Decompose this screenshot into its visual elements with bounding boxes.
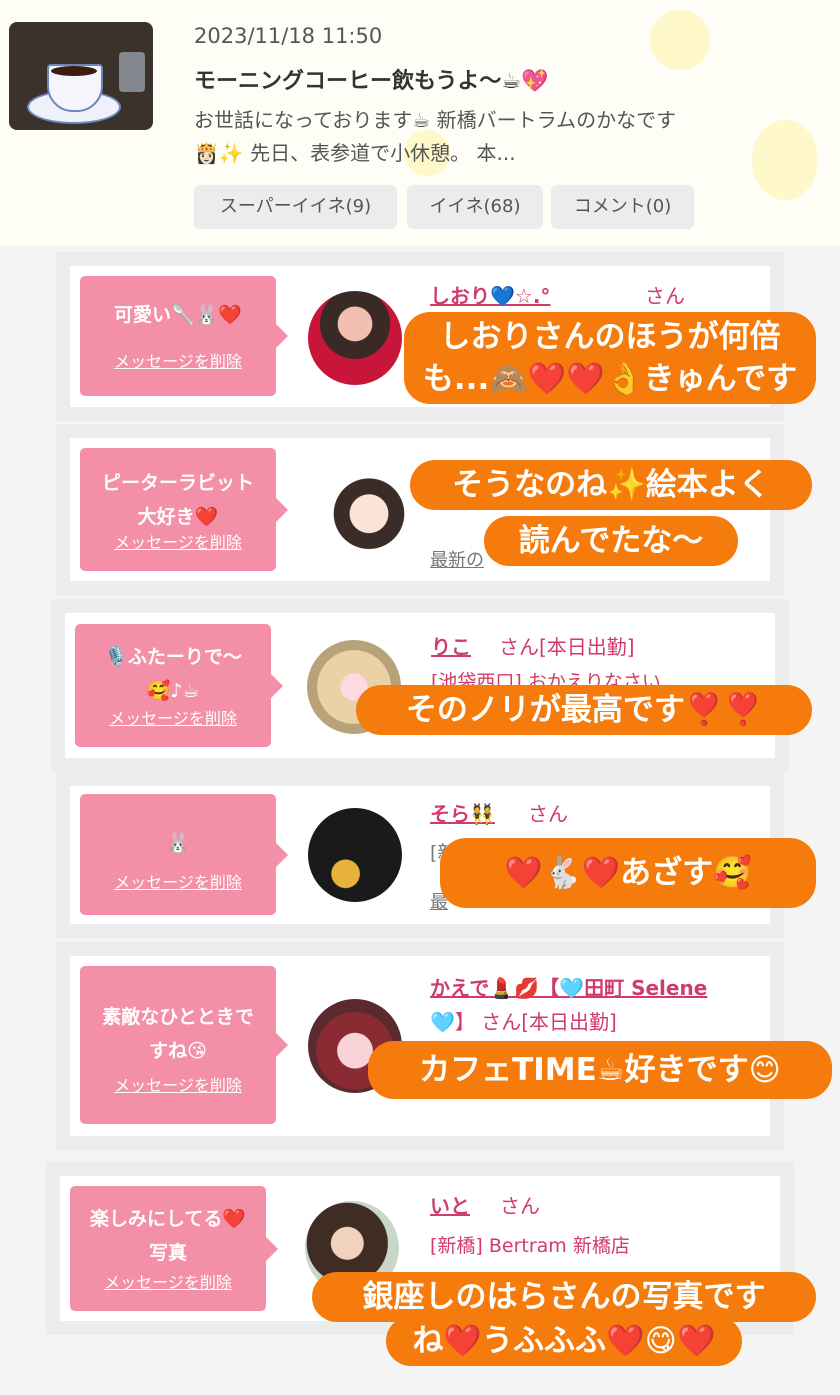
like-button[interactable]: イイネ(68)	[407, 185, 543, 229]
message-text: 可愛い🥄🐰❤️	[114, 304, 242, 326]
message-text: ピーターラビット	[101, 472, 254, 494]
user-suffix: さん	[645, 284, 685, 308]
delete-message-link[interactable]: メッセージを削除	[80, 529, 276, 553]
message-text: 写真	[148, 1242, 187, 1264]
caption-overlay: そうなのね✨絵本よく	[410, 460, 812, 510]
message-bubble: 🐰 メッセージを削除	[80, 794, 288, 915]
caption-line: しおりさんのほうが何倍	[439, 319, 781, 355]
excerpt-line: お世話になっております☕ 新橋バートラムのかなです	[194, 108, 677, 132]
user-status: さん[本日出勤]	[499, 635, 635, 659]
message-bubble: 可愛い🥄🐰❤️ メッセージを削除	[80, 276, 288, 396]
post-thumbnail[interactable]	[9, 22, 153, 130]
delete-message-link[interactable]: メッセージを削除	[80, 1072, 276, 1096]
caption-line: も...🙈❤️❤️👌きゅんです	[422, 361, 798, 397]
message-text: 🥰♪☕	[146, 680, 200, 702]
post-title[interactable]: モーニングコーヒー飲もうよ～☕💖	[194, 63, 548, 95]
post-date: 2023/11/18 11:50	[194, 24, 383, 48]
caption-overlay: そのノリが最高です❣️❣️	[356, 685, 812, 735]
delete-message-link[interactable]: メッセージを削除	[70, 1269, 266, 1293]
avatar[interactable]	[332, 462, 406, 556]
delete-message-link[interactable]: メッセージを削除	[80, 348, 276, 372]
caption-line: 読んでたな～	[518, 523, 704, 559]
user-name[interactable]: いと	[430, 1190, 470, 1219]
user-name[interactable]: そら👯	[430, 798, 495, 827]
caption-line: ね❤️うふふふ❤️😋❤️	[412, 1323, 716, 1359]
caption-overlay: 銀座しのはらさんの写真です	[312, 1272, 816, 1322]
post-excerpt: お世話になっております☕ 新橋バートラムのかなです 👸🏻✨ 先日、表参道で小休憩…	[194, 104, 820, 170]
caption-overlay: ね❤️うふふふ❤️😋❤️	[386, 1316, 742, 1366]
user-name[interactable]: しおり💙☆.°	[430, 280, 550, 309]
caption-line: ❤️🐇❤️あざす🥰	[504, 855, 752, 891]
super-like-button[interactable]: スーパーイイネ(9)	[194, 185, 397, 229]
avatar[interactable]	[308, 291, 402, 385]
delete-message-link[interactable]: メッセージを削除	[80, 869, 276, 893]
user-status: 🩵】 さん[本日出勤]	[430, 1010, 617, 1034]
user-suffix: さん	[500, 1194, 540, 1218]
caption-overlay: ❤️🐇❤️あざす🥰	[440, 838, 816, 908]
message-bubble: 楽しみにしてる❤️ 写真 メッセージを削除	[70, 1186, 278, 1311]
caption-overlay: 読んでたな～	[484, 516, 738, 566]
delete-message-link[interactable]: メッセージを削除	[75, 705, 271, 729]
message-text: 🐰	[166, 832, 190, 854]
caption-line: カフェTIME☕好きです😊	[419, 1052, 781, 1088]
message-text: 🎙️ふたーりで～	[104, 646, 242, 668]
excerpt-line: 👸🏻✨ 先日、表参道で小休憩。 本...	[194, 141, 516, 165]
caption-line: そのノリが最高です❣️❣️	[405, 692, 763, 728]
caption-line: そうなのね✨絵本よく	[452, 467, 770, 503]
caption-line: 銀座しのはらさんの写真です	[362, 1279, 766, 1315]
avatar[interactable]	[308, 808, 402, 902]
message-bubble: ピーターラビット 大好き❤️ メッセージを削除	[80, 448, 288, 571]
message-bubble: 🎙️ふたーりで～ 🥰♪☕ メッセージを削除	[75, 624, 283, 747]
user-suffix: さん	[528, 802, 568, 826]
user-name[interactable]: りこ	[431, 631, 471, 660]
message-bubble: 素敵なひとときで すね😘 メッセージを削除	[80, 966, 288, 1124]
latest-label[interactable]: 最新の	[430, 546, 484, 572]
user-shop[interactable]: [新橋] Bertram 新橋店	[430, 1231, 630, 1258]
message-text: 素敵なひとときで	[102, 1006, 254, 1028]
post-header: 2023/11/18 11:50 モーニングコーヒー飲もうよ～☕💖 お世話になっ…	[0, 0, 840, 246]
comment-button[interactable]: コメント(0)	[551, 185, 694, 229]
caption-overlay: しおりさんのほうが何倍 も...🙈❤️❤️👌きゅんです	[404, 312, 816, 404]
pineapple-decoration	[650, 10, 710, 70]
user-name[interactable]: かえで💄💋【🩵田町 Selene	[430, 972, 707, 1001]
message-text: 楽しみにしてる❤️	[89, 1208, 247, 1230]
message-text: すね😘	[149, 1040, 207, 1062]
caption-overlay: カフェTIME☕好きです😊	[368, 1041, 832, 1099]
